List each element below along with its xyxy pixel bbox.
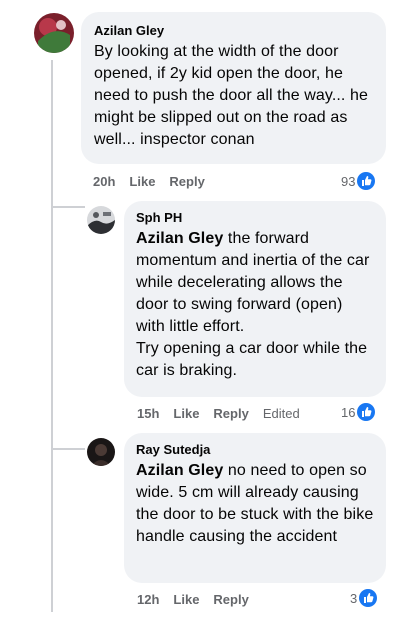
comment-time[interactable]: 12h: [137, 592, 159, 607]
mention-link[interactable]: Azilan Gley: [136, 230, 223, 247]
reply-button[interactable]: Reply: [213, 406, 248, 421]
reaction-count: 93: [341, 173, 356, 189]
reply-button[interactable]: Reply: [213, 592, 248, 607]
thread-branch-2: [51, 448, 85, 450]
comment-text: Azilan Gley the forward momentum and ine…: [136, 228, 374, 382]
comment-actions: 20h Like Reply: [93, 171, 219, 191]
edited-label[interactable]: Edited: [263, 406, 300, 421]
reaction-summary[interactable]: 93: [341, 171, 376, 191]
reaction-count: 16: [341, 404, 356, 420]
reaction-summary[interactable]: 16: [341, 402, 376, 422]
avatar[interactable]: [34, 13, 74, 53]
like-button[interactable]: Like: [173, 592, 199, 607]
like-reaction-icon: [359, 589, 378, 607]
avatar-image: [34, 13, 74, 53]
avatar[interactable]: [87, 206, 115, 234]
comment-text: By looking at the width of the door open…: [94, 43, 369, 148]
like-button[interactable]: Like: [173, 406, 199, 421]
comment-author[interactable]: Sph PH: [136, 210, 374, 226]
reaction-summary[interactable]: 3: [350, 588, 378, 608]
comment-time[interactable]: 20h: [93, 174, 115, 189]
comment-actions: 12h Like Reply: [137, 589, 263, 609]
comment-body-2: Try opening a car door while the car is …: [136, 340, 368, 379]
comment-bubble: Ray Sutedja Azilan Gley no need to open …: [124, 433, 386, 583]
comment-author[interactable]: Ray Sutedja: [136, 442, 374, 458]
avatar-image: [87, 206, 115, 234]
like-reaction-icon: [357, 172, 376, 190]
mention-link[interactable]: Azilan Gley: [136, 462, 223, 479]
comment-actions: 15h Like Reply Edited: [137, 403, 314, 423]
comment-author[interactable]: Azilan Gley: [94, 23, 374, 39]
like-reaction-icon: [357, 403, 376, 421]
comment-time[interactable]: 15h: [137, 406, 159, 421]
thread-branch-1: [51, 206, 85, 208]
comment-text: Azilan Gley no need to open so wide. 5 c…: [136, 460, 374, 548]
avatar-image: [87, 438, 115, 466]
thread-line-main: [51, 60, 53, 612]
reaction-count: 3: [350, 590, 358, 606]
like-button[interactable]: Like: [129, 174, 155, 189]
avatar[interactable]: [87, 438, 115, 466]
reply-button[interactable]: Reply: [169, 174, 204, 189]
comment-bubble: Sph PH Azilan Gley the forward momentum …: [124, 201, 386, 397]
comment-bubble: Azilan Gley By looking at the width of t…: [81, 12, 386, 164]
